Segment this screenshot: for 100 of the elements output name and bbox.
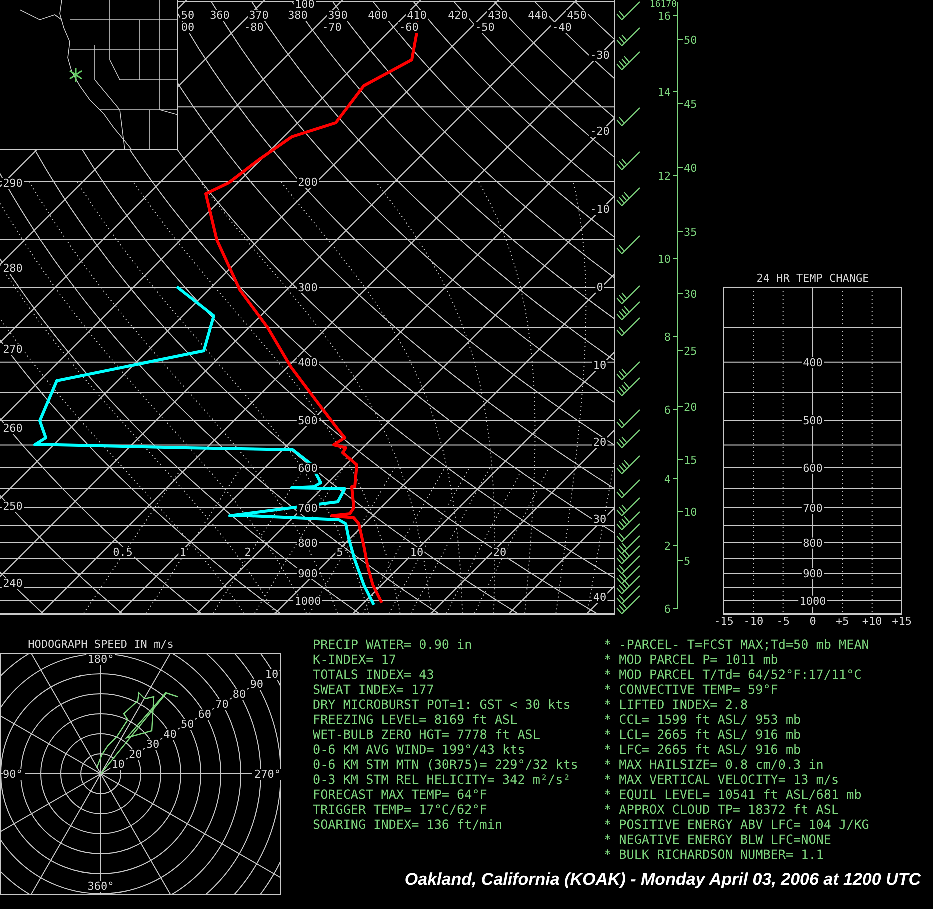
speed-label: 30 bbox=[146, 738, 160, 751]
parcel-index: * -PARCEL- T=FCST MAX;Td=50 mb MEAN bbox=[604, 637, 870, 652]
height-label: 20 bbox=[684, 401, 698, 414]
sounding-index: 0-6 KM STM MTN (30R75)= 229°/32 kts bbox=[313, 757, 580, 772]
sounding-index: TOTALS INDEX= 43 bbox=[313, 667, 436, 682]
temperature-label: 00 bbox=[181, 21, 195, 34]
speed-label: 70 bbox=[216, 698, 229, 711]
temperature-change-label: +10 bbox=[862, 615, 882, 628]
pressure-label: 700 bbox=[298, 502, 318, 516]
pressure-label: 600 bbox=[803, 462, 823, 475]
theta-label: 370 bbox=[249, 9, 269, 22]
pressure-label: 100 bbox=[295, 0, 315, 11]
pressure-label: 200 bbox=[298, 176, 318, 189]
pressure-label: 1000 bbox=[800, 594, 826, 608]
parcel-index: * LFC= 2665 ft ASL/ 916 mb bbox=[604, 742, 802, 757]
sounding-index: 0-3 KM STM REL HELICITY= 342 m²/s² bbox=[313, 772, 572, 787]
pressure-label: 300 bbox=[298, 282, 318, 294]
temperature-label: 40 bbox=[593, 591, 607, 604]
sounding-index: WET-BULB ZERO HGT= 7778 ft ASL bbox=[313, 727, 542, 742]
sounding-index: 0-6 KM AVG WIND= 199°/43 kts bbox=[313, 742, 526, 757]
parcel-index: * NEGATIVE ENERGY BLW LFC=NONE bbox=[604, 832, 832, 847]
theta-label: 50 bbox=[181, 9, 195, 22]
parcel-index: * MAX VERTICAL VELOCITY= 13 m/s bbox=[604, 772, 840, 787]
parcel-index: * MOD PARCEL P= 1011 mb bbox=[604, 652, 780, 667]
parcel-index: * MAX HAILSIZE= 0.8 cm/0.3 in bbox=[604, 757, 825, 772]
pressure-label: 700 bbox=[803, 502, 823, 516]
temperature-change-label: +15 bbox=[892, 615, 912, 628]
panel-title: 24 HR TEMP CHANGE bbox=[756, 272, 870, 285]
height-label: 10 bbox=[684, 506, 698, 519]
pressure-label: 800 bbox=[298, 536, 318, 550]
temperature-change-label: 0 bbox=[810, 615, 816, 628]
theta-label: 450 bbox=[567, 9, 587, 22]
parcel-index: * APPROX CLOUD TP= 18372 ft ASL bbox=[604, 802, 840, 817]
pressure-label: 800 bbox=[803, 536, 823, 550]
temperature-label: -80 bbox=[244, 21, 264, 34]
pressure-label: 400 bbox=[298, 356, 318, 370]
theta-label: 410 bbox=[407, 9, 427, 22]
speed-label: 60 bbox=[198, 708, 212, 721]
temperature-label: -30 bbox=[590, 49, 610, 62]
height-label: 6 bbox=[664, 404, 671, 417]
height-label: 30 bbox=[684, 288, 698, 301]
pressure-label: 500 bbox=[803, 414, 823, 428]
mixing-ratio-label: 5 bbox=[336, 546, 344, 559]
theta-label: 290 bbox=[3, 177, 23, 190]
temperature-label: -60 bbox=[399, 21, 419, 34]
pressure-label: 900 bbox=[803, 567, 823, 580]
theta-label: 400 bbox=[368, 9, 388, 22]
pressure-label: 900 bbox=[298, 567, 318, 580]
speed-label: 40 bbox=[164, 728, 177, 741]
pressure-label: 1000 bbox=[294, 594, 322, 608]
direction-label: 180° bbox=[88, 653, 114, 666]
height-label: 2 bbox=[664, 540, 671, 553]
temperature-change-label: -15 bbox=[714, 615, 734, 628]
sounding-index: SWEAT INDEX= 177 bbox=[313, 682, 436, 697]
mixing-ratio-label: 2 bbox=[244, 546, 252, 559]
mixing-ratio-label: 0.5 bbox=[113, 546, 133, 559]
sounding-index: FREEZING LEVEL= 8169 ft ASL bbox=[313, 712, 519, 727]
direction-label: 360° bbox=[88, 880, 114, 893]
parcel-index: * POSITIVE ENERGY ABV LFC= 104 J/KG bbox=[604, 817, 870, 832]
parcel-index: * LIFTED INDEX= 2.8 bbox=[604, 697, 750, 712]
direction-label: 90° bbox=[3, 768, 23, 781]
parcel-index: * CONVECTIVE TEMP= 59°F bbox=[604, 682, 780, 697]
theta-label: 260 bbox=[3, 422, 23, 435]
height-label: 16 bbox=[658, 10, 671, 23]
parcel-index: * BULK RICHARDSON NUMBER= 1.1 bbox=[604, 847, 825, 862]
theta-label: 380 bbox=[288, 9, 308, 22]
height-label: 50 bbox=[684, 34, 698, 47]
parcel-index: * CCL= 1599 ft ASL/ 953 mb bbox=[604, 712, 802, 727]
temperature-label: -20 bbox=[590, 125, 610, 138]
temperature-label: 10 bbox=[593, 359, 607, 372]
sounding-index: FORECAST MAX TEMP= 64°F bbox=[313, 787, 488, 802]
theta-label: 440 bbox=[528, 9, 548, 22]
height-label: 25 bbox=[684, 345, 698, 358]
speed-label: 20 bbox=[129, 748, 142, 761]
theta-label: 270 bbox=[3, 343, 23, 356]
temperature-label: -70 bbox=[322, 21, 342, 34]
speed-label: 50 bbox=[180, 718, 194, 731]
theta-label: 360 bbox=[210, 9, 230, 22]
height-label: 6 bbox=[664, 603, 671, 616]
temperature-label: 20 bbox=[593, 436, 607, 449]
height-label: 12 bbox=[658, 170, 671, 183]
parcel-index: * MOD PARCEL T/Td= 64/52°F:17/11°C bbox=[604, 667, 863, 682]
speed-label: 10 bbox=[112, 758, 125, 771]
speed-label: 90 bbox=[250, 678, 264, 691]
height-label: 15 bbox=[684, 454, 698, 467]
sounding-index: K-INDEX= 17 bbox=[313, 652, 398, 667]
direction-label: 270° bbox=[254, 768, 281, 781]
height-label: 14 bbox=[658, 86, 671, 99]
height-label: 10 bbox=[658, 253, 671, 266]
theta-label: 420 bbox=[448, 9, 468, 22]
parcel-index: * LCL= 2665 ft ASL/ 916 mb bbox=[604, 727, 802, 742]
temperature-label: -10 bbox=[590, 203, 610, 216]
speed-label: 10 bbox=[265, 668, 279, 681]
mixing-ratio-label: 20 bbox=[493, 546, 507, 559]
height-label: 4 bbox=[664, 473, 671, 486]
temperature-label: 0 bbox=[596, 281, 604, 294]
sounding-index: SOARING INDEX= 136 ft/min bbox=[313, 817, 504, 832]
height-label: 8 bbox=[664, 331, 671, 344]
height-label: 40 bbox=[684, 162, 698, 175]
mixing-ratio-label: 10 bbox=[410, 546, 424, 559]
